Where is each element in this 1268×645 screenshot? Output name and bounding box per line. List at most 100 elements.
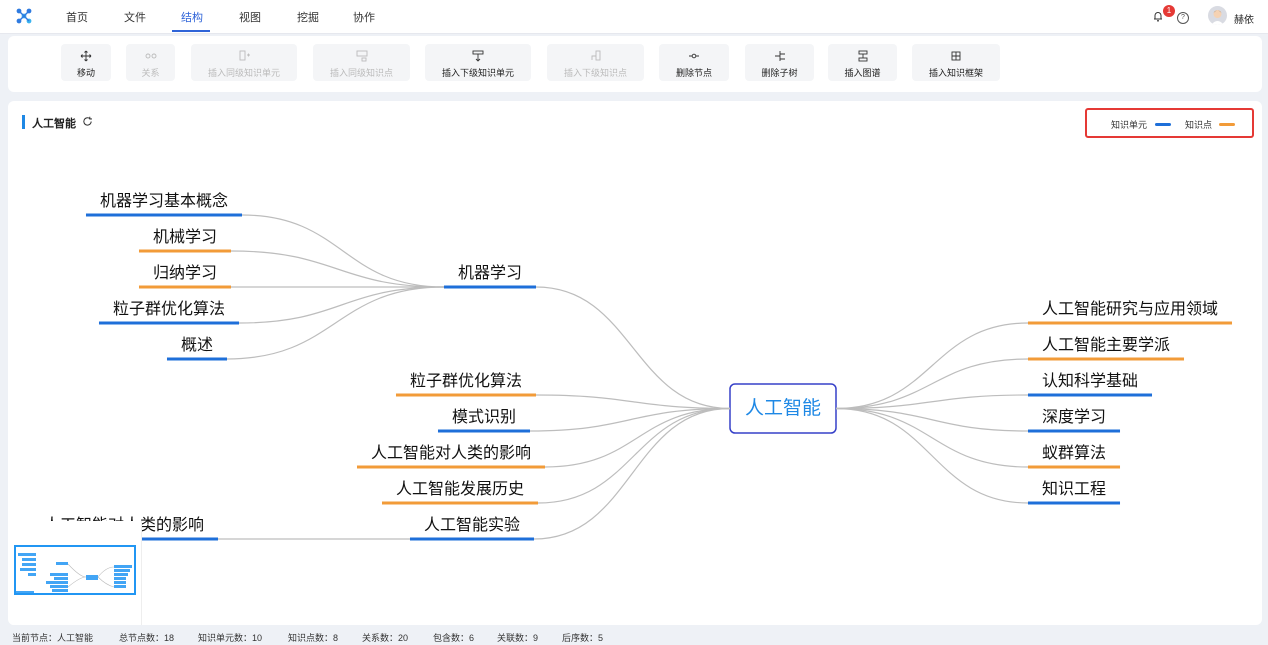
root-node-label[interactable]: 人工智能 xyxy=(745,397,821,419)
edge-line xyxy=(535,394,731,410)
relation-icon xyxy=(145,53,156,59)
status-unit-count: 知识单元数：10 xyxy=(198,633,263,643)
unit-node-underline xyxy=(437,429,530,433)
edge-line xyxy=(835,407,1029,468)
insert-child-unit-button[interactable]: 插入下级知识单元 xyxy=(425,44,531,81)
top-navigation-bar: 首页 文件 结构 视图 挖掘 协作 1 ? 赫依 xyxy=(0,0,1268,34)
insert-framework-button[interactable]: 插入知识框架 xyxy=(912,44,1000,81)
unit-node-underline xyxy=(409,537,534,541)
mindmap-node-label[interactable]: 蚁群算法 xyxy=(1042,443,1106,462)
edge-line xyxy=(535,286,731,410)
mindmap-canvas[interactable]: 人工智能 人工智能研究与应用领域 人工智能主要学派 认知科学基础 深度学习 蚁群算法 知识工… xyxy=(8,101,1262,625)
move-button[interactable]: 移动 xyxy=(61,44,111,81)
unit-node-underline xyxy=(1028,393,1153,397)
insert-sibling-unit-button[interactable]: 插入同级知识单元 xyxy=(191,44,297,81)
relation-label: 关系 xyxy=(141,68,160,78)
insert-sibling-unit-icon xyxy=(239,50,250,61)
insert-child-point-button[interactable]: 插入下级知识点 xyxy=(547,44,644,81)
insert-sibling-unit-label: 插入同级知识单元 xyxy=(207,68,280,78)
point-node-underline xyxy=(356,465,545,469)
avatar[interactable] xyxy=(1208,6,1227,25)
nav-home[interactable]: 首页 xyxy=(66,9,88,25)
relation-button[interactable]: 关系 xyxy=(126,44,175,81)
status-total-nodes: 总节点数：18 xyxy=(119,633,175,643)
point-node-underline xyxy=(381,501,538,505)
status-order-count: 后序数：5 xyxy=(562,633,604,643)
page-title: 人工智能 xyxy=(32,118,76,130)
delete-node-icon xyxy=(689,53,699,59)
nav-file[interactable]: 文件 xyxy=(124,9,146,25)
node-type-legend: 知识单元 知识点 xyxy=(1085,108,1254,138)
insert-graph-label: 插入图谱 xyxy=(844,68,881,78)
help-icon[interactable]: ? xyxy=(1177,12,1189,24)
insert-graph-icon xyxy=(858,50,867,62)
title-accent-bar xyxy=(22,115,25,129)
unit-node-underline xyxy=(1028,429,1121,433)
point-node-underline xyxy=(138,249,231,253)
nav-structure[interactable]: 结构 xyxy=(181,9,203,25)
nav-view[interactable]: 视图 xyxy=(239,9,261,25)
minimap[interactable] xyxy=(10,521,142,625)
insert-child-unit-label: 插入下级知识单元 xyxy=(441,68,514,78)
status-point-count: 知识点数：8 xyxy=(288,633,339,643)
mindmap-node-label[interactable]: 机械学习 xyxy=(153,228,217,246)
mindmap-node-label[interactable]: 深度学习 xyxy=(1042,408,1106,426)
edge-line xyxy=(241,214,444,288)
mindmap-node-label[interactable]: 归纳学习 xyxy=(153,264,217,282)
insert-graph-button[interactable]: 插入图谱 xyxy=(828,44,897,81)
delete-node-button[interactable]: 删除节点 xyxy=(659,44,729,81)
insert-child-point-label: 插入下级知识点 xyxy=(563,68,627,78)
edge-line xyxy=(544,407,731,468)
unit-node-underline xyxy=(85,213,242,217)
notification-badge: 1 xyxy=(1163,5,1175,17)
mindmap-node-label[interactable]: 机器学习 xyxy=(458,264,522,282)
mindmap-node-label[interactable]: 粒子群优化算法 xyxy=(410,371,522,390)
unit-node-underline xyxy=(166,357,227,361)
mindmap-node-label[interactable]: 知识工程 xyxy=(1042,480,1106,498)
point-node-underline xyxy=(138,285,231,289)
mindmap-node-label[interactable]: 概述 xyxy=(181,336,213,354)
edge-line xyxy=(835,407,1029,504)
edge-line xyxy=(533,407,731,540)
mindmap-node-label[interactable]: 模式识别 xyxy=(452,408,516,426)
insert-child-point-icon xyxy=(591,50,600,61)
status-bar: 当前节点：人工智能 总节点数：18 知识单元数：10 知识点数：8 关系数：20… xyxy=(0,628,1268,645)
legend-unit-label: 知识单元 xyxy=(1111,120,1148,130)
minimap-viewport[interactable] xyxy=(14,545,136,595)
point-node-underline xyxy=(1028,357,1185,361)
user-name: 赫依 xyxy=(1234,15,1254,26)
insert-sibling-point-icon xyxy=(356,50,367,62)
mindmap-node-label[interactable]: 人工智能研究与应用领域 xyxy=(1042,299,1218,318)
insert-child-unit-icon xyxy=(472,50,484,62)
app-logo-icon[interactable] xyxy=(16,8,32,24)
insert-framework-icon xyxy=(951,51,961,61)
mindmap-node-label[interactable]: 认知科学基础 xyxy=(1042,372,1138,390)
mindmap-node-label[interactable]: 人工智能对人类的影响 xyxy=(371,444,531,462)
status-contain-count: 包含数：6 xyxy=(433,633,475,643)
unit-node-underline xyxy=(98,321,239,325)
status-current-node: 当前节点：人工智能 xyxy=(12,633,94,643)
status-relation-count: 关系数：20 xyxy=(362,633,409,643)
mindmap-node-label[interactable]: 人工智能实验 xyxy=(424,516,520,534)
mindmap-node-label[interactable]: 粒子群优化算法 xyxy=(113,299,225,318)
edge-line xyxy=(230,250,444,288)
nav-mining[interactable]: 挖掘 xyxy=(297,9,319,25)
structure-toolbar: 移动 关系 插入同级知识单元 插入同级知识点 插入下级知识单元 插入下级知识点 … xyxy=(8,36,1262,92)
mindmap-node-label[interactable]: 人工智能发展历史 xyxy=(396,480,524,498)
mindmap-graph[interactable]: 人工智能人工智能研究与应用领域人工智能主要学派认知科学基础深度学习蚁群算法知识工… xyxy=(8,101,1262,625)
insert-sibling-point-button[interactable]: 插入同级知识点 xyxy=(313,44,410,81)
nav-collaborate[interactable]: 协作 xyxy=(353,9,375,25)
move-label: 移动 xyxy=(76,68,95,78)
unit-node-underline xyxy=(1028,501,1121,505)
unit-node-underline xyxy=(443,285,536,289)
move-icon xyxy=(80,50,92,62)
refresh-icon[interactable] xyxy=(82,116,93,127)
mindmap-node-label[interactable]: 机器学习基本概念 xyxy=(100,191,228,210)
legend-point-label: 知识点 xyxy=(1185,120,1213,130)
delete-subtree-button[interactable]: 删除子树 xyxy=(745,44,814,81)
delete-node-label: 删除节点 xyxy=(675,68,712,78)
mindmap-node-label[interactable]: 人工智能主要学派 xyxy=(1042,336,1170,354)
delete-subtree-icon xyxy=(774,51,785,61)
point-node-underline xyxy=(1028,321,1233,325)
delete-subtree-label: 删除子树 xyxy=(761,68,798,78)
